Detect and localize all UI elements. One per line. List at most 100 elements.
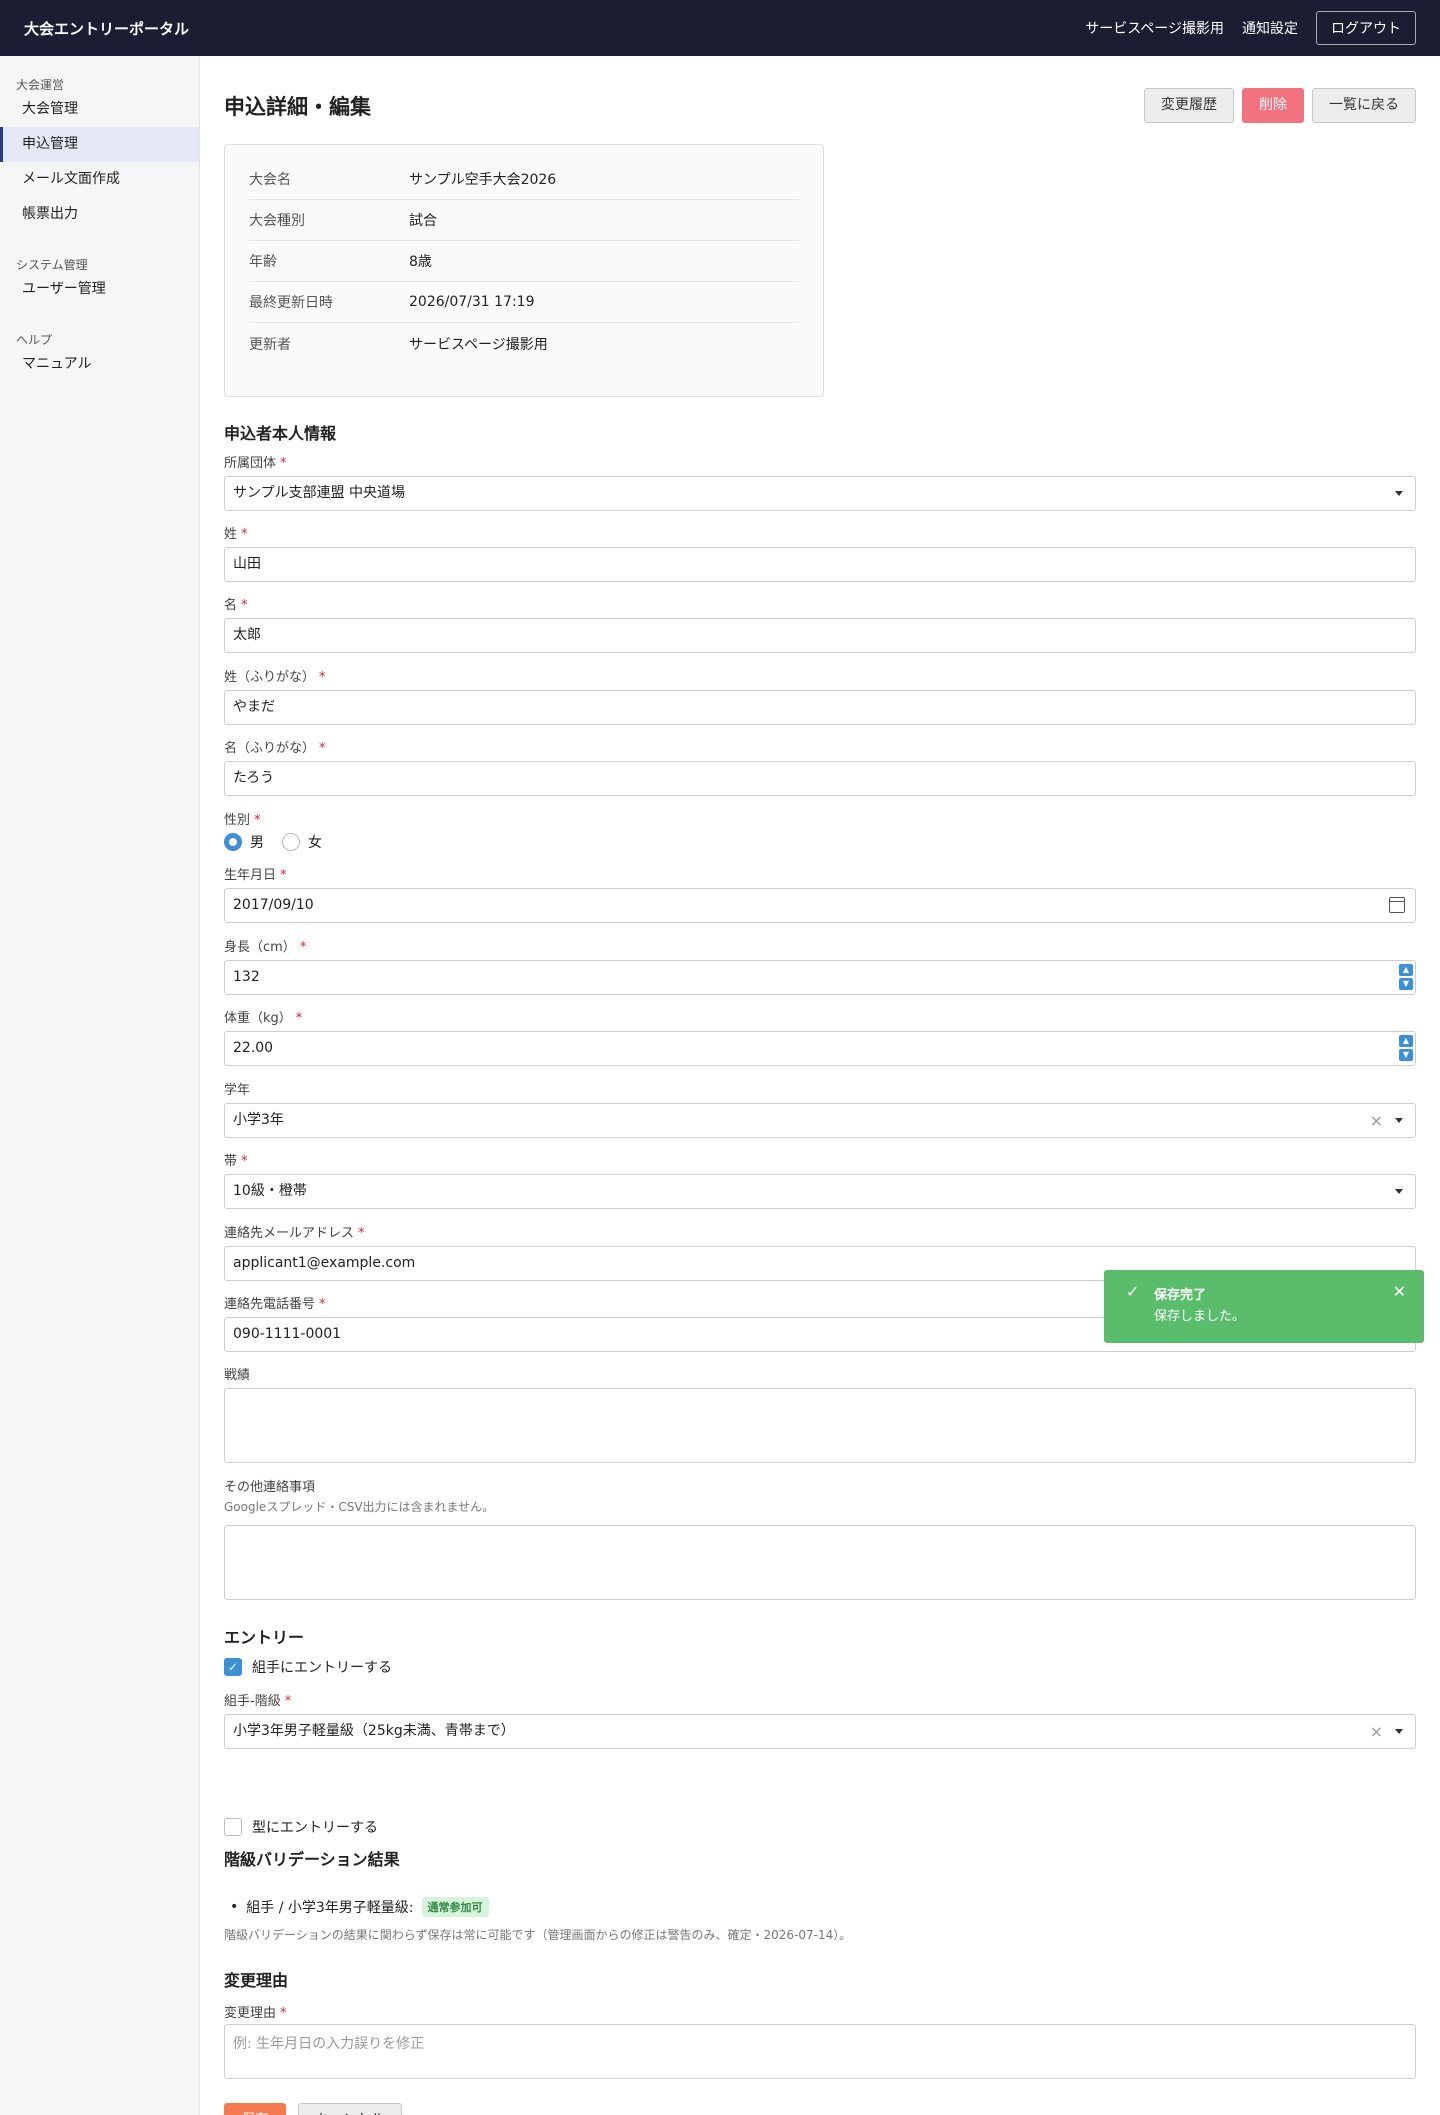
kumite-class-label: 組手-階級 — [224, 1694, 281, 1709]
birthdate-value: 2017/09/10 — [233, 897, 314, 913]
increment-icon[interactable]: ▲ — [1399, 1035, 1413, 1047]
chevron-down-icon — [1395, 1189, 1403, 1194]
weight-value: 22.00 — [233, 1040, 274, 1056]
school-grade-label: 学年 — [224, 1083, 251, 1098]
belt-select[interactable]: 10級・橙帯 — [224, 1174, 1416, 1209]
decrement-icon[interactable]: ▼ — [1399, 1049, 1413, 1061]
chevron-down-icon — [1395, 1118, 1403, 1123]
summary-value: 2026/07/31 17:19 — [409, 294, 535, 310]
entry-section-title: エントリー — [224, 1628, 305, 1647]
gender-label: 性別 — [224, 813, 251, 828]
chevron-down-icon — [1395, 1729, 1403, 1734]
record-textarea[interactable] — [224, 1388, 1416, 1463]
required-mark: * — [319, 1297, 326, 1312]
required-mark: * — [295, 1011, 303, 1026]
delete-button[interactable]: 削除 — [1242, 88, 1304, 123]
summary-value: サンプル空手大会2026 — [409, 172, 557, 188]
reason-textarea[interactable]: 例: 生年月日の入力誤りを修正 — [224, 2024, 1416, 2079]
notification-settings-link[interactable]: 通知設定 — [1242, 18, 1298, 38]
user-name-link[interactable]: サービスページ撮影用 — [1085, 18, 1224, 38]
check-icon: ✓ — [1126, 1282, 1140, 1301]
sidebar-item-applications[interactable]: 申込管理 — [0, 127, 199, 162]
summary-row: 年齢 8歳 — [249, 241, 799, 282]
cancel-button[interactable]: キャンセル — [298, 2103, 402, 2115]
gender-female-label: 女 — [308, 835, 322, 851]
sidebar: 大会運営 大会管理 申込管理 メール文面作成 帳票出力 システム管理 ユーザー管… — [0, 56, 200, 2115]
kumite-class-select[interactable]: 小学3年男子軽量級（25kg未満、青帯まで） × — [224, 1714, 1416, 1749]
required-mark: * — [241, 1154, 248, 1169]
birthdate-label: 生年月日 — [224, 868, 277, 883]
clear-icon[interactable]: × — [1370, 1104, 1383, 1137]
required-mark: * — [319, 741, 326, 756]
birthdate-input[interactable]: 2017/09/10 — [224, 888, 1416, 923]
chevron-down-icon — [1395, 491, 1403, 496]
logout-button[interactable]: ログアウト — [1316, 11, 1416, 45]
weight-input[interactable]: 22.00 ▲ ▼ — [224, 1031, 1416, 1066]
sidebar-item-reports[interactable]: 帳票出力 — [0, 197, 199, 232]
decrement-icon[interactable]: ▼ — [1399, 978, 1413, 990]
record-label: 戦績 — [224, 1368, 251, 1383]
first-name-label: 名 — [224, 598, 238, 613]
save-button[interactable]: 保存 — [224, 2103, 286, 2115]
first-name-input[interactable]: 太郎 — [224, 618, 1416, 653]
last-name-kana-label: 姓（ふりがな） — [224, 670, 316, 685]
org-value: サンプル支部連盟 中央道場 — [233, 485, 406, 501]
required-mark: * — [319, 670, 326, 685]
kata-entry-checkbox[interactable] — [224, 1818, 242, 1836]
summary-value: 試合 — [409, 213, 437, 229]
reason-label: 変更理由 — [224, 2006, 277, 2021]
status-badge: 通常参加可 — [421, 1897, 489, 1917]
reason-placeholder: 例: 生年月日の入力誤りを修正 — [233, 2036, 425, 2052]
summary-label: 大会名 — [249, 172, 291, 188]
required-mark: * — [254, 813, 261, 828]
validation-item-text: 組手 / 小学3年男子軽量級: — [246, 1900, 414, 1916]
bullet-icon: • — [230, 1899, 239, 1915]
clear-icon[interactable]: × — [1370, 1715, 1383, 1748]
page-title: 申込詳細・編集 — [224, 95, 371, 119]
sidebar-section-operation: 大会運営 — [16, 78, 65, 92]
org-select[interactable]: サンプル支部連盟 中央道場 — [224, 476, 1416, 511]
last-name-kana-input[interactable]: やまだ — [224, 690, 1416, 725]
phone-label: 連絡先電話番号 — [224, 1297, 316, 1312]
gender-female-radio[interactable] — [282, 833, 300, 851]
org-label: 所属団体 — [224, 456, 277, 471]
required-mark: * — [280, 2006, 287, 2021]
sidebar-item-manual[interactable]: マニュアル — [0, 347, 199, 382]
height-input[interactable]: 132 ▲ ▼ — [224, 960, 1416, 995]
increment-icon[interactable]: ▲ — [1399, 964, 1413, 976]
other-notes-hint: Googleスプレッド・CSV出力には含まれません。 — [224, 1500, 495, 1514]
calendar-icon[interactable] — [1389, 897, 1405, 913]
kumite-entry-label: 組手にエントリーする — [252, 1660, 392, 1676]
first-name-kana-input[interactable]: たろう — [224, 761, 1416, 796]
history-button[interactable]: 変更履歴 — [1144, 88, 1234, 123]
validation-note: 階級バリデーションの結果に関わらず保存は常に可能です（管理画面からの修正は警告の… — [224, 1928, 852, 1942]
required-mark: * — [299, 940, 307, 955]
height-label: 身長（cm） — [224, 940, 296, 955]
summary-row: 最終更新日時 2026/07/31 17:19 — [249, 282, 799, 323]
toast-notification: ✓ 保存完了 保存しました。 ✕ — [1104, 1270, 1424, 1343]
required-mark: * — [358, 1226, 365, 1241]
summary-label: 大会種別 — [249, 213, 305, 229]
summary-value: サービスページ撮影用 — [409, 336, 548, 353]
other-notes-textarea[interactable] — [224, 1525, 1416, 1600]
last-name-label: 姓 — [224, 527, 238, 542]
school-grade-select[interactable]: 小学3年 × — [224, 1103, 1416, 1138]
gender-male-label: 男 — [250, 835, 264, 851]
other-notes-label: その他連絡事項 — [224, 1480, 316, 1495]
sidebar-section-system: システム管理 — [16, 258, 88, 272]
sidebar-section-help: ヘルプ — [16, 333, 53, 347]
sidebar-item-tournaments[interactable]: 大会管理 — [0, 92, 199, 127]
weight-label: 体重（kg） — [224, 1011, 292, 1026]
back-to-list-button[interactable]: 一覧に戻る — [1312, 88, 1416, 123]
sidebar-item-mail-templates[interactable]: メール文面作成 — [0, 162, 199, 197]
gender-male-radio[interactable] — [224, 833, 242, 851]
summary-label: 更新者 — [249, 336, 291, 353]
summary-card: 大会名 サンプル空手大会2026 大会種別 試合 年齢 8歳 最終更新日時 2026/0… — [224, 144, 824, 397]
kumite-entry-checkbox[interactable]: ✓ — [224, 1658, 242, 1676]
close-icon[interactable]: ✕ — [1393, 1282, 1406, 1301]
sidebar-item-users[interactable]: ユーザー管理 — [0, 272, 199, 307]
last-name-input[interactable]: 山田 — [224, 547, 1416, 582]
summary-row: 更新者 サービスページ撮影用 — [249, 323, 799, 364]
brand-title: 大会エントリーポータル — [24, 19, 190, 38]
top-bar: 大会エントリーポータル サービスページ撮影用 通知設定 ログアウト — [0, 0, 1440, 56]
